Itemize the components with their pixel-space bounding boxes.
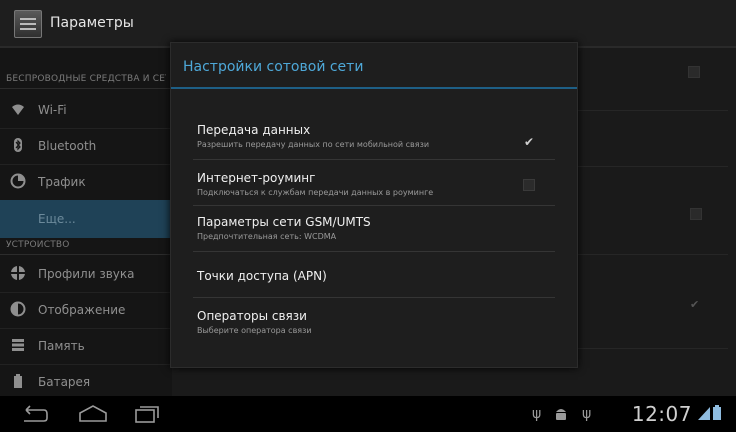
sidebar-item-label: Профили звука <box>38 267 135 281</box>
settings-app-icon[interactable] <box>14 10 42 38</box>
sidebar-item-label: Память <box>38 339 85 353</box>
option-title: Точки доступа (APN) <box>197 269 327 283</box>
bluetooth-icon <box>10 137 26 153</box>
recent-apps-icon <box>134 406 160 428</box>
option-summary: Разрешить передачу данных по сети мобиль… <box>197 140 430 149</box>
clock: 12:07 <box>631 402 692 426</box>
background-check-icon: ✔ <box>690 298 700 311</box>
sidebar-item-label: Wi-Fi <box>38 103 67 117</box>
option-summary: Предпочтительная сеть: WCDMA <box>197 232 337 241</box>
sidebar-item-bluetooth[interactable]: Bluetooth <box>0 128 172 164</box>
battery-icon <box>10 373 26 389</box>
option-network-operators[interactable]: Операторы связи Выберите оператора связи <box>197 309 553 335</box>
option-data-enabled[interactable]: Передача данных Разрешить передачу данны… <box>197 123 553 149</box>
option-divider <box>193 251 555 252</box>
option-title: Параметры сети GSM/UMTS <box>197 215 371 229</box>
dialog-title: Настройки сотовой сети <box>183 59 364 75</box>
sidebar-item-label: Отображение <box>38 303 126 317</box>
option-title: Интернет-роуминг <box>197 171 316 185</box>
system-bar: ψ ψ 12:07 <box>0 396 736 432</box>
home-icon <box>78 405 108 428</box>
sidebar-item-more[interactable]: Еще... <box>0 200 172 238</box>
section-header-wireless: БЕСПРОВОДНЫЕ СРЕДСТВА И СЕТИ <box>6 74 166 84</box>
back-button[interactable] <box>20 404 48 424</box>
option-summary: Подключаться к службам передачи данных в… <box>197 188 434 197</box>
sidebar-item-label: Трафик <box>38 175 86 189</box>
sidebar-item-wifi[interactable]: Wi-Fi <box>0 92 172 128</box>
back-icon <box>20 405 48 428</box>
sidebar-item-label: Bluetooth <box>38 139 97 153</box>
battery-status-icon <box>712 405 722 425</box>
option-data-roaming[interactable]: Интернет-роуминг Подключаться к службам … <box>197 171 553 197</box>
sidebar-item-sound[interactable]: Профили звука <box>0 256 172 292</box>
mobile-network-settings-dialog: Настройки сотовой сети Передача данных Р… <box>170 42 578 368</box>
usb-icon: ψ <box>532 406 542 422</box>
option-gsm-umts-settings[interactable]: Параметры сети GSM/UMTS Предпочтительная… <box>197 215 553 241</box>
sidebar-item-label: Еще... <box>38 212 76 226</box>
option-title: Передача данных <box>197 123 311 137</box>
app-title: Параметры <box>50 15 134 31</box>
background-checkbox <box>688 66 700 78</box>
sidebar-item-label: Батарея <box>38 375 91 389</box>
background-checkbox <box>690 208 702 220</box>
sidebar-item-storage[interactable]: Память <box>0 328 172 364</box>
sound-icon <box>10 265 26 281</box>
home-button[interactable] <box>78 404 108 424</box>
dialog-title-divider <box>171 87 577 89</box>
section-divider <box>0 254 172 255</box>
data-roaming-checkbox[interactable] <box>523 179 535 191</box>
section-divider <box>0 88 172 89</box>
option-summary: Выберите оператора связи <box>197 326 312 335</box>
settings-headers-pane: БЕСПРОВОДНЫЕ СРЕДСТВА И СЕТИ Wi-Fi Bluet… <box>0 48 172 396</box>
option-divider <box>193 159 555 160</box>
data-enabled-checkbox[interactable] <box>523 135 537 151</box>
sidebar-item-battery[interactable]: Батарея <box>0 364 172 400</box>
display-icon <box>10 301 26 317</box>
section-header-device: УСТРОЙСТВО <box>6 240 70 250</box>
android-debug-icon <box>554 406 568 426</box>
option-divider <box>193 205 555 206</box>
sidebar-item-data-usage[interactable]: Трафик <box>0 164 172 200</box>
sidebar-item-display[interactable]: Отображение <box>0 292 172 328</box>
wifi-icon <box>10 101 26 117</box>
screen: Параметры БЕСПРОВОДНЫЕ СРЕДСТВА И СЕТИ W… <box>0 0 736 432</box>
option-divider <box>193 297 555 298</box>
data-usage-icon <box>10 173 26 189</box>
usb-connected-icon: ψ <box>582 406 592 422</box>
storage-icon <box>10 337 26 353</box>
signal-icon <box>697 405 711 425</box>
recent-apps-button[interactable] <box>134 404 160 424</box>
option-access-point-names[interactable]: Точки доступа (APN) <box>197 269 553 283</box>
action-bar: Параметры <box>0 0 736 48</box>
option-title: Операторы связи <box>197 309 307 323</box>
